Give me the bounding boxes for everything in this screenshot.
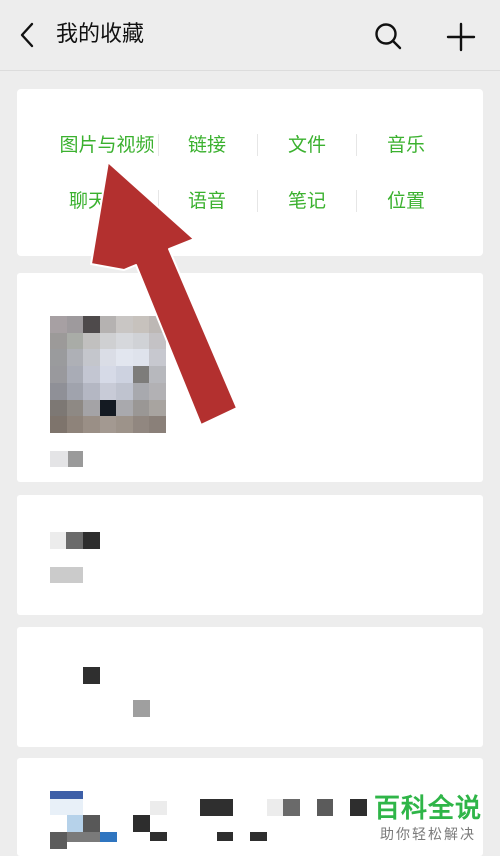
redacted-text — [83, 667, 100, 684]
redacted-thumbnail — [67, 815, 83, 832]
favorite-item[interactable] — [17, 495, 483, 615]
divider — [158, 190, 159, 212]
back-button[interactable] — [14, 20, 42, 50]
redacted-thumbnail — [50, 799, 83, 815]
search-icon — [375, 23, 402, 50]
redacted-source — [50, 567, 83, 583]
favorite-item[interactable] — [17, 627, 483, 747]
redacted-text — [133, 815, 150, 832]
page-title: 我的收藏 — [56, 22, 145, 47]
category-notes[interactable]: 笔记 — [257, 188, 357, 214]
redacted-text — [217, 832, 233, 841]
category-images-videos[interactable]: 图片与视频 — [55, 132, 159, 158]
redacted-source — [133, 700, 150, 717]
redacted-text — [283, 799, 300, 816]
redacted-text — [267, 799, 283, 816]
divider — [257, 190, 258, 212]
top-bar: 我的收藏 — [0, 0, 500, 71]
search-button[interactable] — [372, 20, 404, 52]
redacted-text — [317, 799, 333, 816]
redacted-source — [50, 451, 68, 467]
category-filter-card: 图片与视频 链接 文件 音乐 聊天记录 语音 笔记 位置 — [17, 89, 483, 256]
category-voice[interactable]: 语音 — [157, 188, 257, 214]
redacted-source — [68, 451, 83, 467]
redacted-text — [350, 799, 367, 816]
redacted-text — [50, 532, 66, 549]
redacted-text — [150, 832, 167, 841]
redacted-text — [200, 799, 233, 816]
watermark-logo: 百科全说 助你轻松解决 — [368, 792, 488, 844]
redacted-thumbnail — [50, 791, 83, 799]
category-chat-history[interactable]: 聊天记录 — [55, 188, 159, 214]
chevron-left-icon — [20, 22, 34, 48]
redacted-thumbnail — [83, 815, 100, 832]
redacted-thumbnail — [67, 832, 100, 842]
plus-icon — [446, 22, 476, 52]
redacted-text — [150, 801, 167, 815]
redacted-text — [83, 532, 100, 549]
redacted-text — [66, 532, 83, 549]
image-thumbnail[interactable] — [50, 316, 166, 433]
divider — [356, 134, 357, 156]
add-button[interactable] — [444, 20, 478, 54]
category-files[interactable]: 文件 — [257, 132, 357, 158]
watermark-subtitle: 助你轻松解决 — [380, 827, 476, 843]
redacted-thumbnail — [50, 832, 67, 849]
category-music[interactable]: 音乐 — [356, 132, 456, 158]
divider — [356, 190, 357, 212]
category-location[interactable]: 位置 — [356, 188, 456, 214]
divider — [158, 134, 159, 156]
redacted-thumbnail — [100, 832, 117, 842]
favorite-item-image[interactable] — [17, 273, 483, 482]
divider — [257, 134, 258, 156]
redacted-text — [250, 832, 267, 841]
category-links[interactable]: 链接 — [157, 132, 257, 158]
watermark-title: 百科全说 — [373, 794, 482, 824]
